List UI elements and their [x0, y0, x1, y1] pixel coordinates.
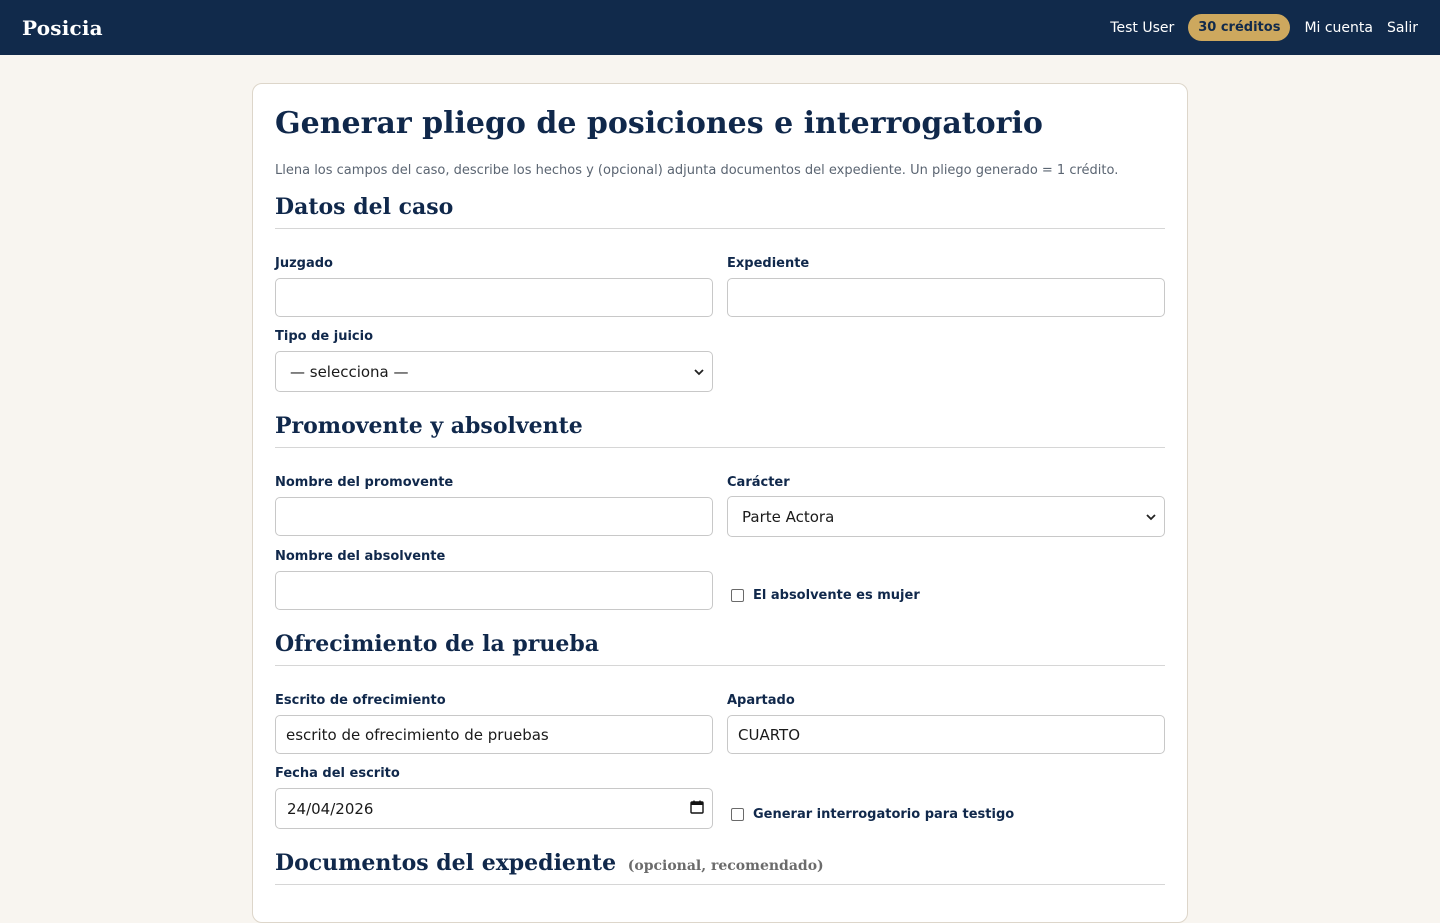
section-title-parties: Promovente y absolvente — [275, 413, 1165, 448]
chevron-down-icon — [1146, 510, 1156, 524]
promovente-label: Nombre del promovente — [275, 475, 454, 490]
logout-link[interactable]: Salir — [1387, 20, 1418, 36]
top-navbar: Posicia Test User 30 créditos Mi cuenta … — [0, 0, 1440, 55]
expediente-label: Expediente — [727, 256, 810, 271]
caracter-select[interactable]: Parte Actora — [727, 496, 1165, 537]
page-intro: Llena los campos del caso, describe los … — [275, 163, 1119, 178]
checkbox-icon[interactable] — [731, 808, 744, 821]
escrito-value: escrito de ofrecimiento de pruebas — [286, 725, 549, 744]
apartado-label: Apartado — [727, 693, 795, 708]
checkbox-icon[interactable] — [731, 589, 744, 602]
promovente-input[interactable] — [275, 497, 713, 536]
section-title-case: Datos del caso — [275, 194, 1165, 229]
form-card: Generar pliego de posiciones e interroga… — [252, 83, 1188, 923]
caracter-value: Parte Actora — [742, 507, 835, 526]
tipo-juicio-label: Tipo de juicio — [275, 329, 373, 344]
absolvente-label: Nombre del absolvente — [275, 549, 446, 564]
absolvente-input[interactable] — [275, 571, 713, 610]
juzgado-label: Juzgado — [275, 256, 333, 271]
user-nav: Test User 30 créditos Mi cuenta Salir — [1110, 14, 1418, 41]
tipo-juicio-value: — selecciona — — [290, 362, 409, 381]
brand-logo[interactable]: Posicia — [22, 16, 103, 40]
absolvente-mujer-checkbox[interactable]: El absolvente es mujer — [731, 588, 920, 603]
user-name: Test User — [1110, 19, 1175, 36]
testigo-checkbox[interactable]: Generar interrogatorio para testigo — [731, 807, 1014, 822]
absolvente-mujer-label: El absolvente es mujer — [753, 588, 920, 603]
page-title: Generar pliego de posiciones e interroga… — [275, 106, 1043, 141]
juzgado-input[interactable] — [275, 278, 713, 317]
chevron-down-icon — [694, 365, 704, 379]
credits-badge: 30 créditos — [1188, 14, 1291, 41]
tipo-juicio-select[interactable]: — selecciona — — [275, 351, 713, 392]
documents-subtitle: (opcional, recomendado) — [627, 858, 824, 874]
documents-title: Documentos del expediente — [275, 850, 617, 876]
fecha-date-input[interactable]: 24/04/2026 — [275, 788, 713, 829]
apartado-value: CUARTO — [738, 725, 801, 744]
escrito-input[interactable]: escrito de ofrecimiento de pruebas — [275, 715, 713, 754]
fecha-value: 24/04/2026 — [287, 799, 374, 818]
section-title-evidence: Ofrecimiento de la prueba — [275, 631, 1165, 666]
testigo-label: Generar interrogatorio para testigo — [753, 807, 1015, 822]
apartado-input[interactable]: CUARTO — [727, 715, 1165, 754]
account-link[interactable]: Mi cuenta — [1304, 20, 1373, 36]
expediente-input[interactable] — [727, 278, 1165, 317]
section-title-documents: Documentos del expediente (opcional, rec… — [275, 850, 1165, 885]
escrito-label: Escrito de ofrecimiento — [275, 693, 446, 708]
calendar-icon[interactable] — [690, 800, 704, 818]
fecha-label: Fecha del escrito — [275, 766, 400, 781]
caracter-label: Carácter — [727, 475, 790, 490]
